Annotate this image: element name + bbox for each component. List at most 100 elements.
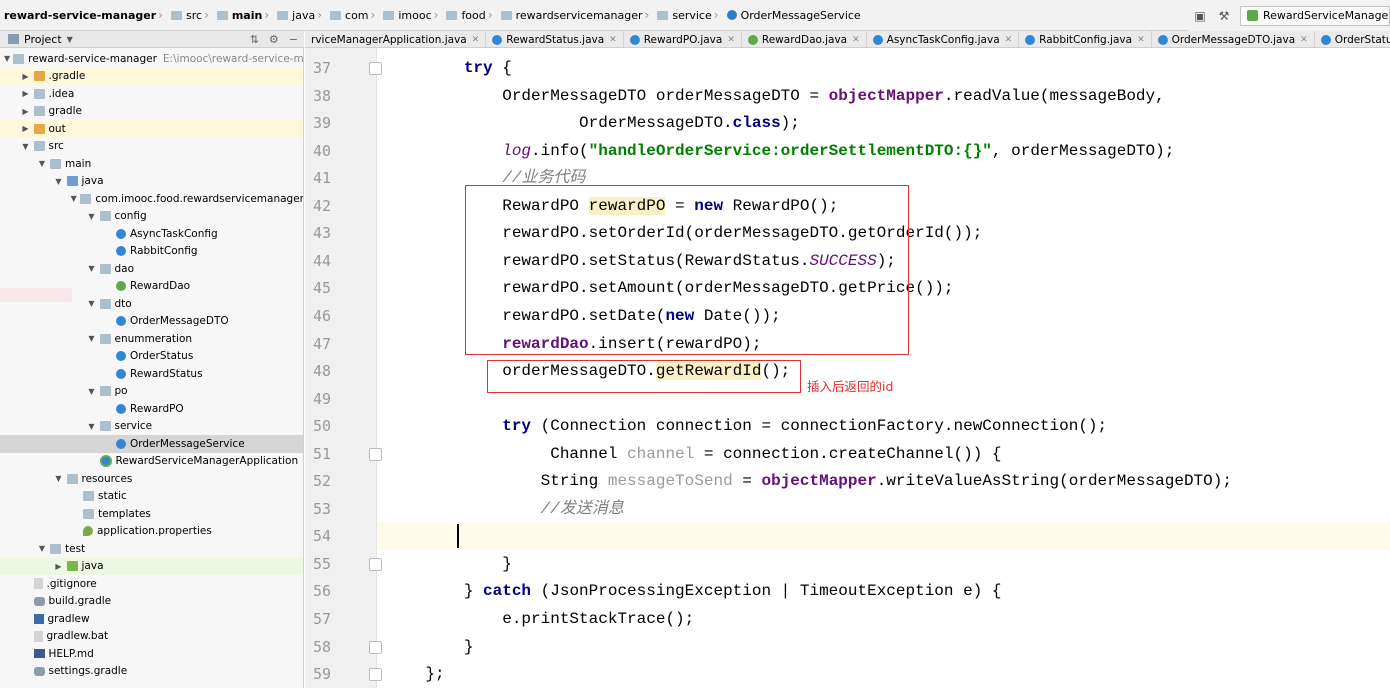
breadcrumb-item[interactable]: imooc › [383, 0, 446, 30]
close-icon[interactable]: ✕ [727, 35, 735, 45]
tree-item[interactable]: ▼ enummeration [0, 330, 303, 348]
tree-item[interactable]: ▼ po [0, 383, 303, 401]
code-line[interactable]: }; [387, 664, 444, 684]
code-line[interactable]: } [387, 554, 512, 574]
editor-tab[interactable]: RewardStatus.java ✕ [486, 31, 624, 47]
tree-item[interactable]: .gitignore [0, 575, 303, 593]
fold-marker-icon[interactable] [369, 447, 382, 461]
code-line[interactable]: String messageToSend = objectMapper.writ… [387, 471, 1232, 491]
tree-item[interactable]: gradlew.bat [0, 628, 303, 646]
code-line[interactable]: Channel channel = connection.createChann… [387, 444, 1001, 464]
chevron-down-icon[interactable]: ▼ [21, 142, 31, 151]
chevron-down-icon[interactable]: ▼ [87, 387, 97, 396]
tree-item[interactable]: RewardStatus [0, 365, 303, 383]
code-line[interactable]: try (Connection connection = connectionF… [387, 416, 1107, 436]
editor-tab[interactable]: OrderStatus.java✕ [1315, 31, 1390, 47]
breadcrumb-item[interactable]: main › [216, 0, 277, 30]
tree-item[interactable]: ▼ test [0, 540, 303, 558]
tree-item[interactable]: static [0, 488, 303, 506]
chevron-down-icon[interactable]: ▼ [54, 474, 64, 483]
tree-item[interactable]: AsyncTaskConfig [0, 225, 303, 243]
editor-tab[interactable]: RewardPO.java ✕ [624, 31, 742, 47]
breadcrumb-item[interactable]: OrderMessageService [726, 0, 865, 30]
tree-item[interactable]: RewardPO [0, 400, 303, 418]
hide-panel-icon[interactable]: − [289, 33, 298, 46]
tree-item[interactable]: ▼ com.imooc.food.rewardservicemanager [0, 190, 303, 208]
tree-item[interactable]: ▶ gradle [0, 103, 303, 121]
gear-icon[interactable]: ⚙ [269, 33, 279, 46]
breadcrumb-item[interactable]: food › [446, 0, 500, 30]
fold-marker-icon[interactable] [369, 640, 382, 654]
tree-item[interactable]: ▼ dao [0, 260, 303, 278]
breadcrumb-item[interactable]: reward-service-manager › [4, 0, 171, 30]
editor-tab[interactable]: AsyncTaskConfig.java ✕ [867, 31, 1020, 47]
tree-item[interactable]: settings.gradle [0, 663, 303, 681]
chevron-right-icon[interactable]: ▶ [54, 562, 64, 571]
project-panel-title[interactable]: Project [24, 33, 62, 46]
run-configuration-select[interactable]: RewardServiceManagerApplication [1240, 5, 1390, 26]
chevron-right-icon[interactable]: ▶ [21, 124, 31, 133]
tree-item[interactable]: build.gradle [0, 593, 303, 611]
tree-item[interactable]: RewardServiceManagerApplication [0, 453, 303, 471]
breadcrumb-item[interactable]: com › [330, 0, 383, 30]
collapse-all-icon[interactable]: ⇅ [250, 33, 259, 46]
chevron-down-icon[interactable]: ▼ [87, 334, 97, 343]
project-structure-icon[interactable]: ▣ [1191, 7, 1209, 25]
tree-item[interactable]: gradlew [0, 610, 303, 628]
tree-item[interactable]: RabbitConfig [0, 243, 303, 261]
code-line[interactable]: OrderMessageDTO orderMessageDTO = object… [387, 86, 1165, 106]
editor-tab[interactable]: RewardDao.java ✕ [742, 31, 867, 47]
code-line[interactable]: OrderMessageDTO.class); [387, 113, 800, 133]
code-line[interactable]: try { [387, 58, 512, 78]
chevron-down-icon[interactable]: ▼ [37, 544, 47, 553]
breadcrumb-item[interactable]: service › [657, 0, 726, 30]
breadcrumb-item[interactable]: java › [277, 0, 330, 30]
close-icon[interactable]: ✕ [609, 35, 617, 45]
code-line[interactable]: } [387, 637, 474, 657]
chevron-down-icon[interactable]: ▼ [67, 35, 73, 44]
tree-item[interactable]: ▼ service [0, 418, 303, 436]
tree-item[interactable]: ▼ resources [0, 470, 303, 488]
tree-item[interactable]: ▼ src [0, 138, 303, 156]
chevron-down-icon[interactable]: ▼ [87, 422, 97, 431]
tree-item[interactable]: OrderMessageService [0, 435, 303, 453]
chevron-right-icon[interactable]: ▶ [21, 89, 31, 98]
tree-item[interactable]: OrderMessageDTO [0, 313, 303, 331]
close-icon[interactable]: ✕ [1300, 35, 1308, 45]
tree-item[interactable]: ▼ java [0, 173, 303, 191]
tree-item[interactable]: HELP.md [0, 645, 303, 663]
tree-item[interactable]: ▶ .gradle [0, 67, 303, 85]
tree-item[interactable]: ▼ main [0, 155, 303, 173]
fold-marker-icon[interactable] [369, 557, 382, 571]
chevron-down-icon[interactable]: ▼ [87, 299, 97, 308]
code-line[interactable]: log.info("handleOrderService:orderSettle… [387, 141, 1174, 161]
chevron-down-icon[interactable]: ▼ [37, 159, 47, 168]
code-line[interactable]: //发送消息 [387, 499, 624, 519]
chevron-right-icon[interactable]: ▶ [21, 107, 31, 116]
editor-tab[interactable]: OrderMessageDTO.java ✕ [1152, 31, 1315, 47]
fold-marker-icon[interactable] [369, 62, 382, 75]
tree-item[interactable]: ▶ java [0, 557, 303, 575]
chevron-down-icon[interactable]: ▼ [87, 212, 97, 221]
editor-tab[interactable]: rviceManagerApplication.java ✕ [305, 31, 487, 47]
code-line[interactable]: e.printStackTrace(); [387, 609, 694, 629]
tree-item[interactable]: OrderStatus [0, 348, 303, 366]
breadcrumb-item[interactable]: src › [170, 0, 217, 30]
tree-item[interactable]: templates [0, 505, 303, 523]
close-icon[interactable]: ✕ [1137, 35, 1145, 45]
chevron-down-icon[interactable]: ▼ [70, 194, 77, 203]
fold-marker-icon[interactable] [369, 668, 382, 682]
chevron-right-icon[interactable]: ▶ [21, 72, 31, 81]
close-icon[interactable]: ✕ [852, 35, 860, 45]
chevron-down-icon[interactable]: ▼ [87, 264, 97, 273]
tree-root[interactable]: ▼ reward-service-manager E:\imooc\reward… [0, 50, 303, 68]
tree-item[interactable]: ▶ out [0, 120, 303, 138]
tree-item[interactable]: ▶ .idea [0, 85, 303, 103]
editor-tab[interactable]: RabbitConfig.java ✕ [1019, 31, 1152, 47]
code-line[interactable]: } catch (JsonProcessingException | Timeo… [387, 581, 1002, 601]
tree-item[interactable]: application.properties [0, 523, 303, 541]
build-hammer-icon[interactable]: ⚒ [1215, 7, 1233, 25]
close-icon[interactable]: ✕ [472, 35, 480, 45]
chevron-down-icon[interactable]: ▼ [4, 54, 10, 63]
chevron-down-icon[interactable]: ▼ [54, 177, 64, 186]
